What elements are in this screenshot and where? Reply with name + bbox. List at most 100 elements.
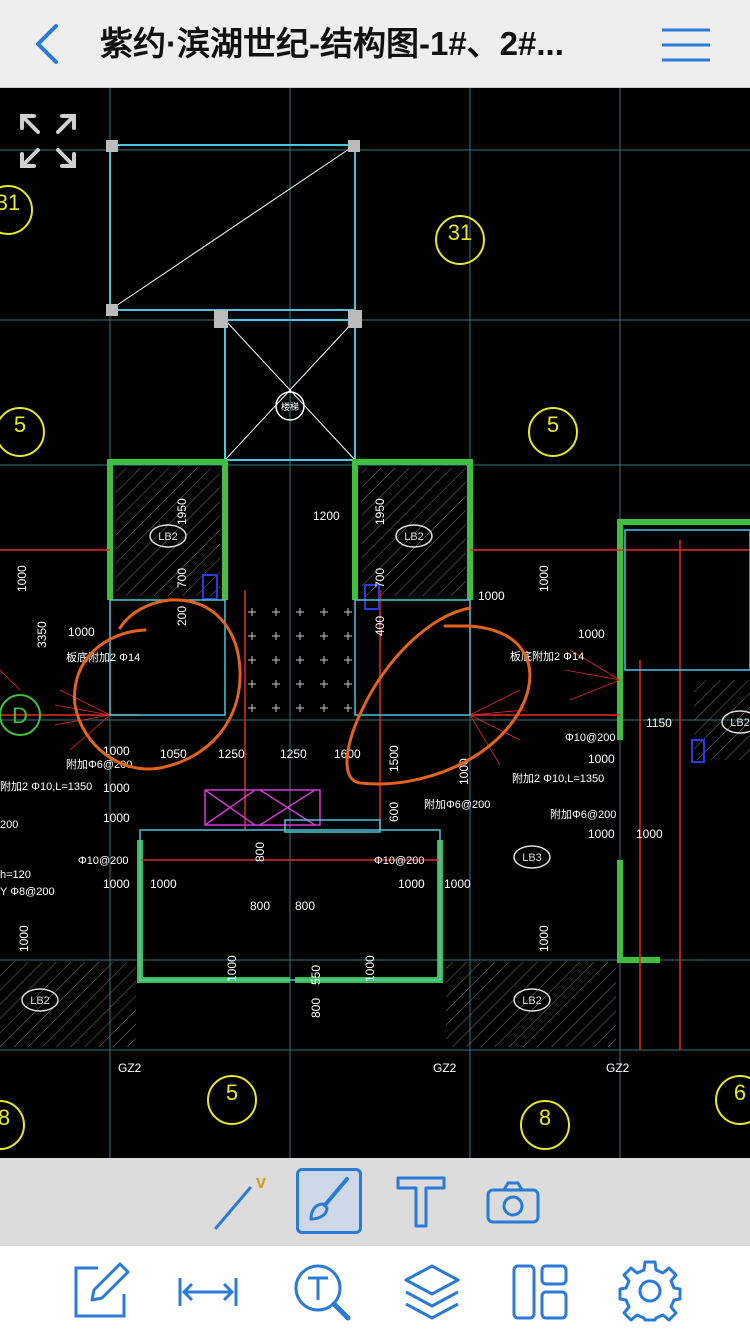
dim-1000-e: 1000 bbox=[103, 781, 130, 795]
page-title: 紫约·滨湖世纪-结构图-1#、2#... bbox=[100, 25, 564, 62]
settings-button[interactable] bbox=[618, 1260, 682, 1324]
note-fu6-b: 附加Φ6@200 bbox=[424, 797, 490, 811]
dim-1000-g: 1000 bbox=[103, 877, 130, 891]
navigation-bar: 紫约·滨湖世纪-结构图-1#、2#... bbox=[0, 0, 750, 88]
edit-note-button[interactable] bbox=[68, 1260, 132, 1324]
dim-1250-a: 1250 bbox=[218, 747, 245, 761]
note-phi10-a: Φ10@200 bbox=[565, 732, 616, 744]
dim-200: 200 bbox=[175, 606, 189, 626]
note-rebar-b: 板底附加2 Φ14 bbox=[510, 649, 584, 663]
text-tool-button[interactable] bbox=[388, 1168, 454, 1234]
axis-label-d: D bbox=[12, 703, 28, 728]
line-tool-badge: v bbox=[256, 1172, 266, 1192]
menu-button[interactable] bbox=[660, 26, 712, 64]
dim-800-d: 800 bbox=[309, 998, 323, 1018]
settings-gear-icon bbox=[618, 1260, 682, 1322]
dim-1000-h: 1000 bbox=[150, 877, 177, 891]
text-search-icon bbox=[294, 1264, 351, 1321]
axis-label-8a: 8 bbox=[539, 1105, 551, 1130]
dim-1000-s: 1000 bbox=[17, 925, 31, 952]
dim-1000-l: 1000 bbox=[588, 827, 615, 841]
room-label-lb2-a: LB2 bbox=[158, 531, 178, 543]
dim-1500: 1500 bbox=[387, 745, 401, 772]
room-label-lb2-c: LB2 bbox=[30, 995, 50, 1007]
note-l1350-b: 附加2 Φ10,L=1350 bbox=[512, 771, 604, 785]
dim-1200: 1200 bbox=[313, 509, 340, 523]
note-fu6-c: 附加Φ6@200 bbox=[550, 807, 616, 821]
measure-distance-icon bbox=[178, 1278, 238, 1306]
dim-1000-k: 1000 bbox=[588, 752, 615, 766]
dim-1000-c: 1000 bbox=[578, 627, 605, 641]
note-200: 200 bbox=[0, 819, 18, 831]
camera-icon bbox=[486, 1181, 540, 1224]
dim-700-b: 700 bbox=[373, 568, 387, 588]
brush-tool-icon bbox=[309, 1177, 349, 1221]
axis-label-5c: 5 bbox=[226, 1080, 238, 1105]
axis-label-31a: 31 bbox=[0, 190, 20, 215]
room-label-lb2-b: LB2 bbox=[404, 531, 424, 543]
dim-1000-i: 1000 bbox=[398, 877, 425, 891]
main-toolbar bbox=[0, 1246, 750, 1334]
axis-label-5b: 5 bbox=[547, 412, 559, 437]
measure-button[interactable] bbox=[176, 1260, 240, 1324]
dim-1000-r: 1000 bbox=[363, 955, 377, 982]
layers-icon bbox=[404, 1264, 460, 1320]
gz2-label-c: GZ2 bbox=[606, 1061, 630, 1075]
room-label-lb2-e: LB2 bbox=[730, 717, 750, 729]
dim-1150: 1150 bbox=[646, 716, 672, 730]
gz2-label-a: GZ2 bbox=[118, 1061, 142, 1075]
dim-800-b: 800 bbox=[295, 899, 315, 913]
axis-label-6: 6 bbox=[734, 1080, 746, 1105]
note-y8: Y Φ8@200 bbox=[0, 886, 55, 898]
dim-1950-b: 1950 bbox=[373, 498, 387, 525]
back-button[interactable] bbox=[30, 22, 70, 66]
dim-700-a: 700 bbox=[175, 568, 189, 588]
dim-800-a: 800 bbox=[250, 899, 270, 913]
layers-button[interactable] bbox=[400, 1260, 464, 1324]
line-tool-icon: v bbox=[214, 1172, 266, 1230]
layout-panels-icon bbox=[512, 1264, 568, 1320]
drawing-canvas[interactable]: 楼梯 31 31 5 5 5 8 8 6 D LB2 LB2 LB2 LB2 L… bbox=[0, 88, 750, 1158]
dim-550: 550 bbox=[309, 965, 323, 985]
dim-1000-n: 1000 bbox=[15, 565, 29, 592]
gz2-label-b: GZ2 bbox=[433, 1061, 457, 1075]
dim-3350: 3350 bbox=[35, 621, 49, 648]
brush-tool-button[interactable] bbox=[296, 1168, 362, 1234]
dim-1000-o: 1000 bbox=[537, 565, 551, 592]
text-tool-icon bbox=[396, 1176, 446, 1228]
axis-label-5a: 5 bbox=[14, 412, 26, 437]
hamburger-menu-icon bbox=[662, 28, 710, 62]
text-search-button[interactable] bbox=[290, 1260, 354, 1324]
layout-button[interactable] bbox=[508, 1260, 572, 1324]
fullscreen-toggle[interactable] bbox=[16, 110, 80, 172]
note-h120: h=120 bbox=[0, 869, 31, 881]
dim-1000-b: 1000 bbox=[478, 589, 505, 603]
dim-1000-q: 1000 bbox=[225, 955, 239, 982]
dim-1000-m: 1000 bbox=[636, 827, 663, 841]
structural-drawing: 楼梯 31 31 5 5 5 8 8 6 D LB2 LB2 LB2 LB2 L… bbox=[0, 88, 750, 1158]
expand-arrows-icon bbox=[20, 114, 76, 168]
line-tool-button[interactable]: v bbox=[208, 1168, 274, 1234]
dim-1000-j: 1000 bbox=[444, 877, 471, 891]
room-label-lb2-d: LB2 bbox=[522, 995, 542, 1007]
dim-1050: 1050 bbox=[160, 747, 187, 761]
axis-label-31b: 31 bbox=[448, 220, 472, 245]
dim-400: 400 bbox=[373, 616, 387, 636]
axis-label-8b: 8 bbox=[0, 1105, 10, 1130]
dim-1000-t: 1000 bbox=[537, 925, 551, 952]
camera-tool-button[interactable] bbox=[480, 1168, 546, 1234]
dim-800-c: 800 bbox=[253, 842, 267, 862]
note-phi10-c: Φ10@200 bbox=[374, 855, 425, 867]
dim-1000-f: 1000 bbox=[103, 811, 130, 825]
edit-note-icon bbox=[74, 1262, 130, 1318]
stair-label: 楼梯 bbox=[281, 401, 299, 412]
dim-600: 600 bbox=[387, 802, 401, 822]
dim-1000-a: 1000 bbox=[68, 625, 95, 639]
note-phi10-b: Φ10@200 bbox=[78, 855, 129, 867]
chevron-left-icon bbox=[36, 24, 58, 64]
room-label-lb3: LB3 bbox=[522, 852, 542, 864]
note-rebar-a: 板底附加2 Φ14 bbox=[66, 650, 140, 664]
dim-1950-a: 1950 bbox=[175, 498, 189, 525]
drawing-tools-toolbar: v bbox=[0, 1158, 750, 1246]
note-l1350-a: 附加2 Φ10,L=1350 bbox=[0, 779, 92, 793]
